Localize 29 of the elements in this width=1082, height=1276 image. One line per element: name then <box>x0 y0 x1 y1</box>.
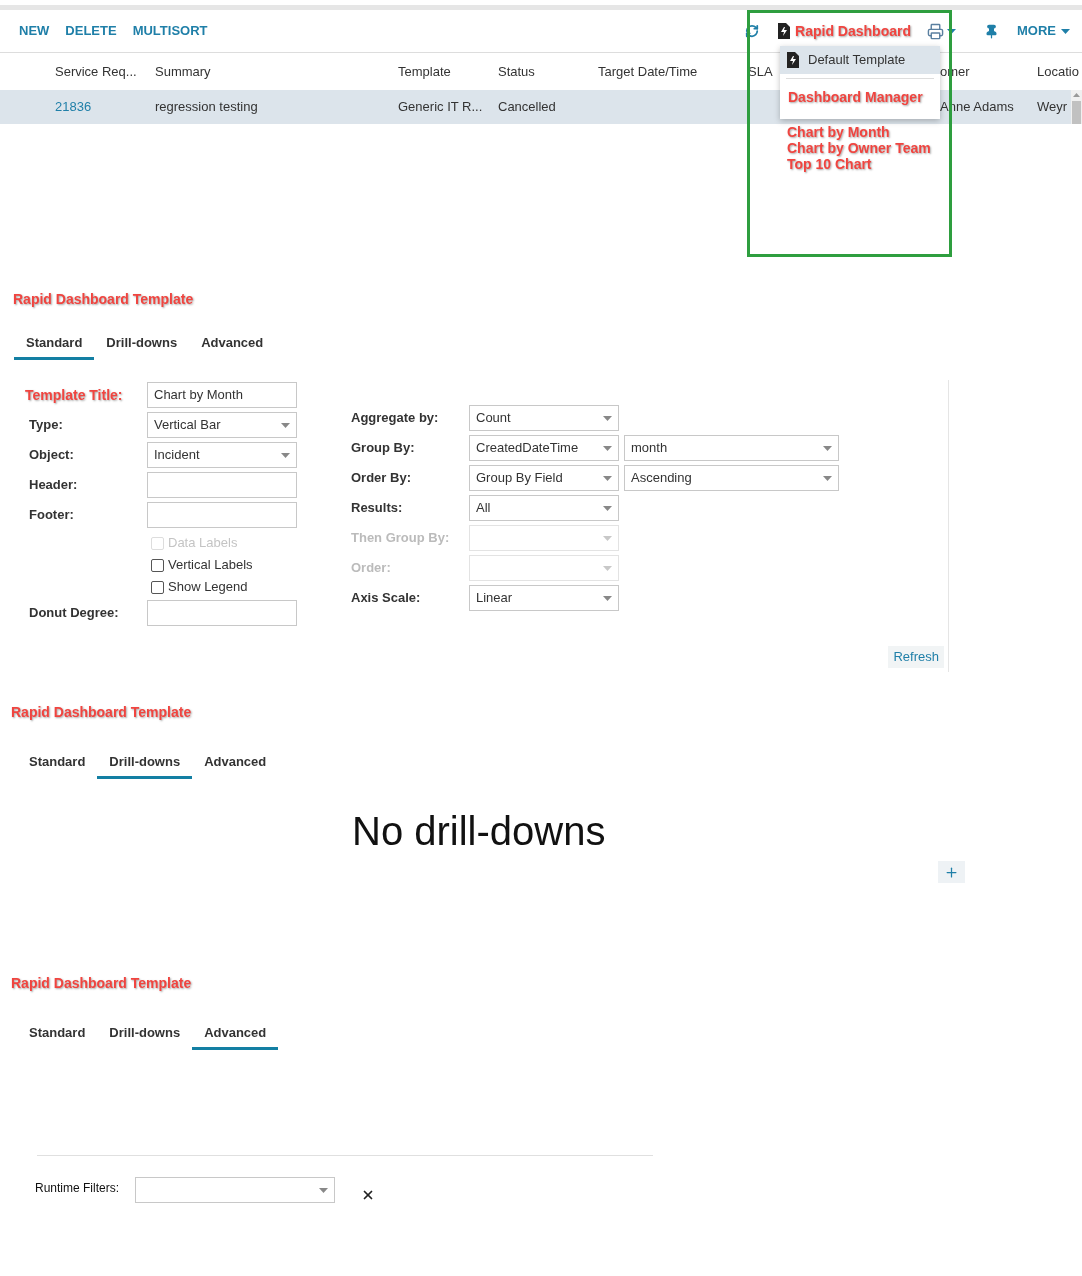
field-label: Order: <box>351 559 392 578</box>
field-label: Results: <box>351 499 404 518</box>
field-label: Header: <box>28 476 79 495</box>
field-label: Then Group By: <box>351 529 451 548</box>
field-label: Footer: <box>28 506 75 525</box>
annotation-text: Chart by Month <box>787 124 891 140</box>
section-title: Rapid Dashboard Template <box>10 975 193 991</box>
field-label: Axis Scale: <box>351 589 422 608</box>
table-cell-text: Generic IT R... <box>398 98 484 117</box>
empty-message: No drill-downs <box>352 808 606 855</box>
field-label: Runtime Filters: <box>35 1180 121 1197</box>
section-title: Rapid Dashboard Template <box>10 704 193 720</box>
table-cell-text: regression testing <box>155 98 259 117</box>
field-label: Group By: <box>351 439 416 458</box>
table-cell-text: 21836 <box>55 98 93 117</box>
table-cell-text: Cancelled <box>498 98 557 117</box>
field-label: Type: <box>28 416 64 435</box>
field-label: Object: <box>28 446 75 465</box>
field-label: Donut Degree: <box>28 604 120 623</box>
field-label: Order By: <box>351 469 412 488</box>
section-title: Rapid Dashboard Template <box>12 291 195 307</box>
checkbox-label: Data Labels <box>168 534 238 553</box>
annotation-text: Chart by Owner Team <box>787 140 931 156</box>
annotation-text: Top 10 Chart <box>787 156 873 172</box>
checkbox-label: Vertical Labels <box>168 556 253 575</box>
field-label: Aggregate by: <box>351 409 440 428</box>
table-cell-text: Weyr <box>1037 98 1069 117</box>
checkbox-label: Show Legend <box>168 578 248 597</box>
field-label: Template Title: <box>25 385 124 405</box>
